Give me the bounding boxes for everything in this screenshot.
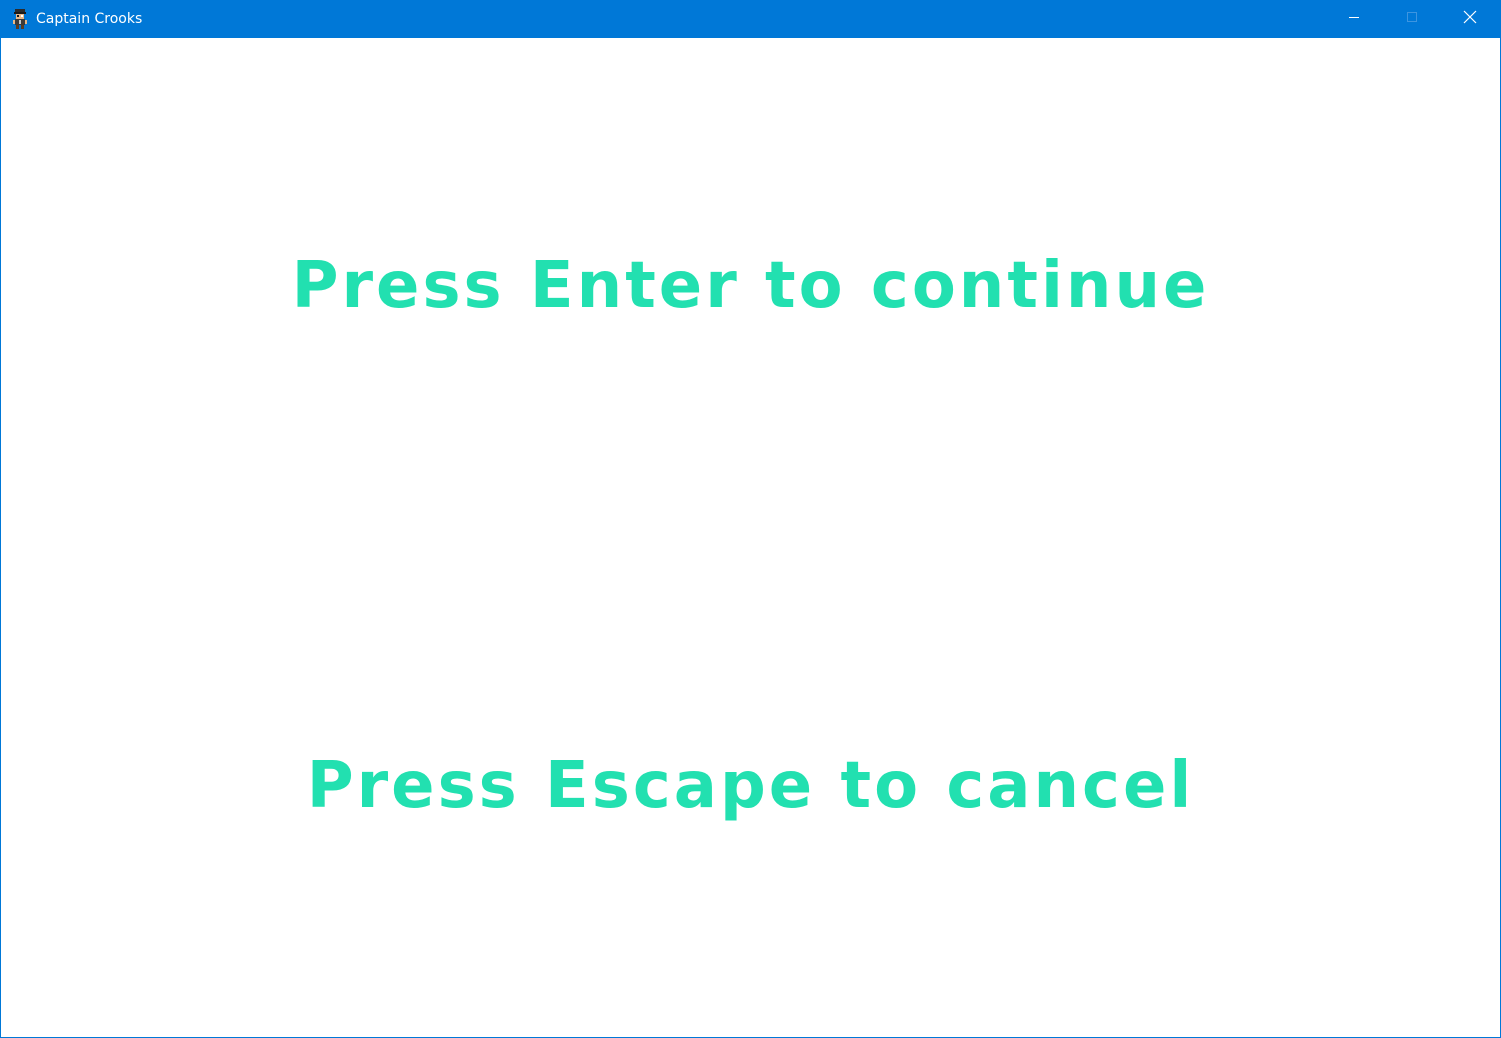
maximize-icon	[1406, 11, 1418, 27]
game-canvas[interactable]: Press Enter to continue Press Escape to …	[1, 38, 1500, 1037]
close-icon	[1463, 10, 1477, 28]
pirate-icon	[11, 9, 29, 29]
close-button[interactable]	[1441, 0, 1499, 38]
maximize-button[interactable]	[1383, 0, 1441, 38]
continue-prompt: Press Enter to continue	[291, 249, 1210, 323]
game-window: Captain Crooks Press Enter to continue P…	[0, 0, 1501, 1038]
title-bar[interactable]: Captain Crooks	[1, 0, 1500, 38]
window-title: Captain Crooks	[36, 11, 143, 27]
minimize-icon	[1348, 11, 1360, 27]
cancel-prompt: Press Escape to cancel	[306, 749, 1195, 823]
minimize-button[interactable]	[1325, 0, 1383, 38]
